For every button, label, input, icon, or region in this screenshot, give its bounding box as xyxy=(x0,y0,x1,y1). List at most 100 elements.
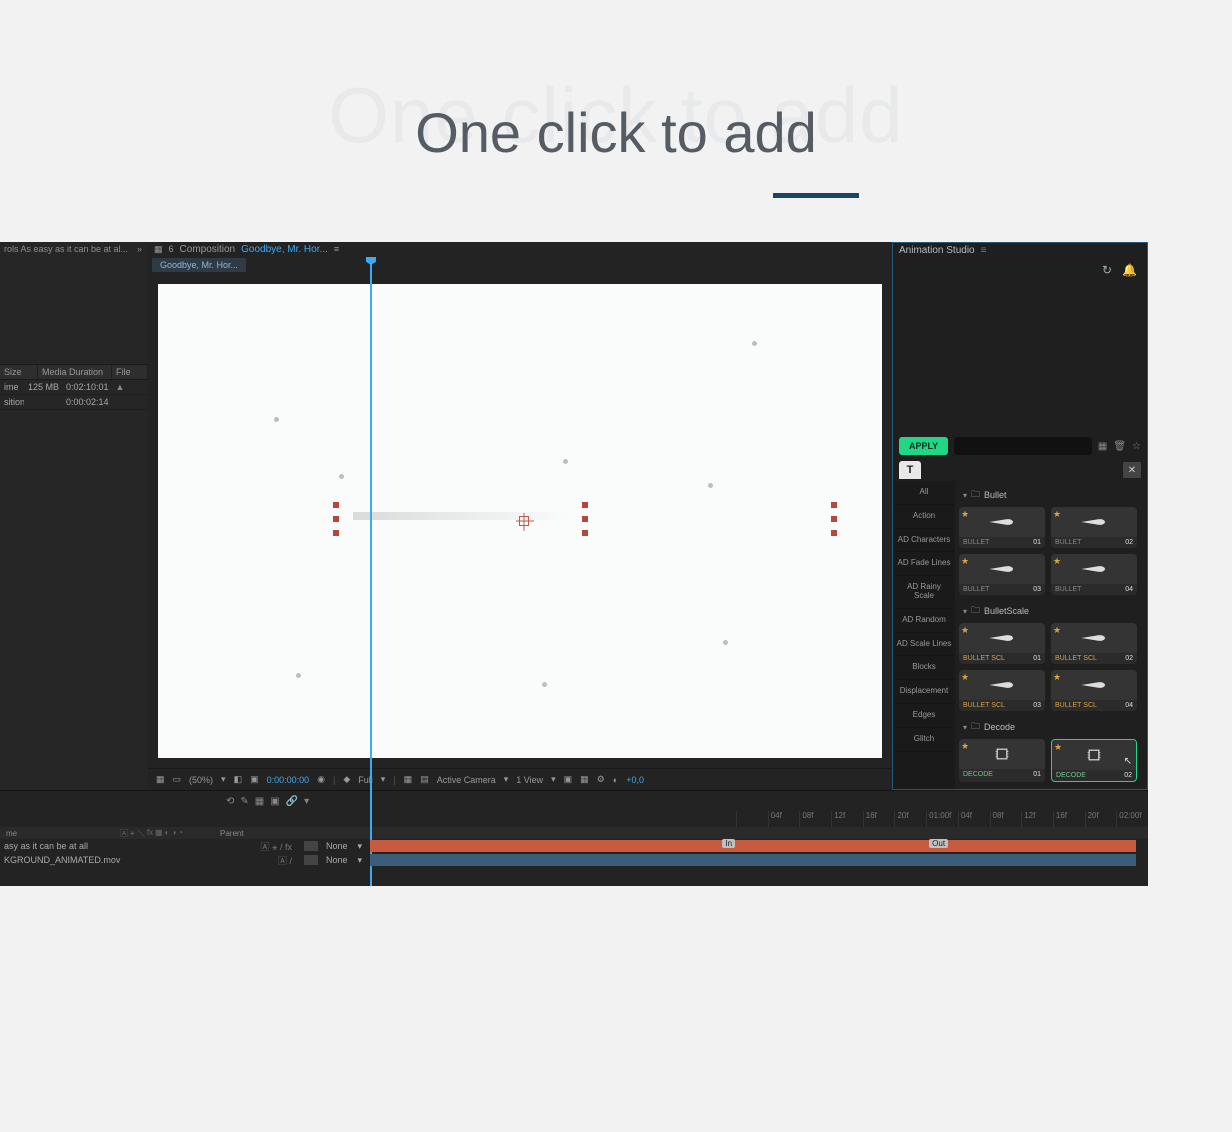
category-item[interactable]: AD Scale Lines xyxy=(893,633,955,657)
playhead[interactable] xyxy=(370,261,372,886)
3d-icon[interactable]: ▣ xyxy=(564,774,573,785)
switch-icon[interactable]: ＼ xyxy=(137,828,145,839)
timeline-layer-row[interactable]: asy as it can be at all 🄰 ⚹ / fx None ▾ … xyxy=(0,839,1148,853)
preset-bulletscl-04[interactable]: ★ BULLET SCL04 xyxy=(1051,670,1137,711)
close-icon[interactable]: ✕ xyxy=(1123,462,1141,478)
star-icon[interactable]: ★ xyxy=(961,625,969,636)
dropdown-icon[interactable]: ▾ xyxy=(221,774,226,785)
dropdown-icon[interactable]: ▾ xyxy=(504,774,509,785)
camera-dropdown[interactable]: Active Camera xyxy=(437,775,496,785)
category-item[interactable]: AD Random xyxy=(893,609,955,633)
tl-icon[interactable]: ⟲ xyxy=(226,796,234,807)
panel-tab-effect-controls[interactable]: rols As easy as it can be at al... » xyxy=(0,242,148,256)
star-icon[interactable]: ★ xyxy=(1054,742,1062,753)
grid-view-icon[interactable]: ▦ xyxy=(1098,441,1107,452)
exposure-icon[interactable]: ◐ xyxy=(613,775,618,785)
preset-bullet-03[interactable]: ★ BULLET03 xyxy=(959,554,1045,595)
dropdown-icon[interactable]: ▾ xyxy=(551,774,556,785)
category-item[interactable]: Blocks xyxy=(893,656,955,680)
mask-icon[interactable]: ◧ xyxy=(234,774,243,785)
col-file[interactable]: File xyxy=(112,365,148,379)
switch-icon[interactable]: 🄰 xyxy=(120,828,128,839)
star-icon[interactable]: ★ xyxy=(1053,625,1061,636)
category-item[interactable]: All xyxy=(893,481,955,505)
tl-icon[interactable]: ▾ xyxy=(304,796,309,807)
parent-dropdown[interactable]: None xyxy=(326,855,348,865)
composition-name[interactable]: Goodbye, Mr. Hor... xyxy=(241,244,328,255)
switch-icon[interactable]: ▦ xyxy=(155,828,163,839)
category-item[interactable]: Edges xyxy=(893,704,955,728)
parent-pick-icon[interactable] xyxy=(304,841,318,851)
fast-preview-icon[interactable]: ⚙ xyxy=(597,774,605,785)
snapshot-icon[interactable]: ◉ xyxy=(317,774,325,785)
notification-icon[interactable]: 🔔 xyxy=(1122,263,1137,277)
timecode[interactable]: 0:00:00:00 xyxy=(267,775,310,785)
star-icon[interactable]: ★ xyxy=(961,556,969,567)
star-icon[interactable]: ★ xyxy=(961,672,969,683)
category-item[interactable]: AD Fade Lines xyxy=(893,552,955,576)
channel-icon[interactable]: ◆ xyxy=(343,774,350,785)
snapshot-icon[interactable]: 6 xyxy=(169,244,174,254)
preset-bulletscl-03[interactable]: ★ BULLET SCL03 xyxy=(959,670,1045,711)
preset-bullet-01[interactable]: ★ BULLET01 xyxy=(959,507,1045,548)
exposure-value[interactable]: +0,0 xyxy=(626,775,644,785)
apply-button[interactable]: APPLY xyxy=(899,437,948,455)
star-icon[interactable]: ★ xyxy=(1053,672,1061,683)
col-media-duration[interactable]: Media Duration xyxy=(38,365,112,379)
dropdown-icon[interactable]: ▾ xyxy=(381,774,386,785)
switch-icon[interactable]: ⚹ xyxy=(130,828,135,839)
category-item[interactable]: AD Rainy Scale xyxy=(893,576,955,609)
star-icon[interactable]: ★ xyxy=(961,741,969,752)
panel-chevron-icon[interactable]: » xyxy=(137,244,142,254)
view-dropdown[interactable]: 1 View xyxy=(516,775,543,785)
pixel-icon[interactable]: ▦ xyxy=(580,774,589,785)
switch-icon[interactable]: ◐ xyxy=(165,828,170,839)
folder-header[interactable]: 🗀 BulletScale xyxy=(959,601,1143,623)
zoom-level[interactable]: (50%) xyxy=(189,775,213,785)
tl-icon[interactable]: ▦ xyxy=(255,796,264,807)
star-icon[interactable]: ★ xyxy=(961,509,969,520)
layer-icon[interactable]: ▦ xyxy=(154,244,163,255)
switch-icon[interactable]: ◑ xyxy=(171,828,176,839)
panel-menu-icon[interactable]: ≡ xyxy=(981,245,987,256)
category-item[interactable]: Glitch xyxy=(893,728,955,752)
tl-icon[interactable]: ✎ xyxy=(240,796,248,807)
preset-decode-01[interactable]: ★ DECODE01 xyxy=(959,739,1045,782)
preset-bulletscl-02[interactable]: ★ BULLET SCL02 xyxy=(1051,623,1137,664)
time-ruler[interactable]: 04f 08f 12f 16f 20f 01:00f 04f 08f 12f 1… xyxy=(736,811,1148,827)
layer-bar[interactable]: In Out xyxy=(370,840,1136,852)
screen-icon[interactable]: ▭ xyxy=(173,774,182,785)
switch-icon[interactable]: fx xyxy=(147,828,153,839)
switch-icon[interactable]: ◔ xyxy=(178,828,183,839)
category-item[interactable]: AD Characters xyxy=(893,529,955,553)
preset-decode-02[interactable]: ★ ↖ DECODE02 xyxy=(1051,739,1137,782)
category-item[interactable]: Displacement xyxy=(893,680,955,704)
composition-canvas[interactable] xyxy=(158,284,882,758)
favorite-icon[interactable]: ☆ xyxy=(1132,441,1141,452)
in-marker[interactable]: In xyxy=(722,839,735,848)
history-icon[interactable]: ↻ xyxy=(1102,263,1112,277)
star-icon[interactable]: ★ xyxy=(1053,509,1061,520)
roi-icon[interactable]: ▣ xyxy=(250,774,259,785)
category-item[interactable]: Action xyxy=(893,505,955,529)
preset-bulletscl-01[interactable]: ★ BULLET SCL01 xyxy=(959,623,1045,664)
timeline-layer-row[interactable]: KGROUND_ANIMATED.mov 🄰 / None ▾ xyxy=(0,853,1148,867)
grid-icon[interactable]: ▦ xyxy=(156,774,165,785)
star-icon[interactable]: ★ xyxy=(1053,556,1061,567)
viewer-area[interactable] xyxy=(148,274,892,768)
col-size[interactable]: Size xyxy=(0,365,38,379)
layer-bar[interactable] xyxy=(370,854,1136,866)
search-input[interactable] xyxy=(954,437,1092,455)
folder-header[interactable]: 🗀 Bullet xyxy=(959,485,1143,507)
tl-icon[interactable]: 🔗 xyxy=(286,796,298,807)
trash-icon[interactable]: 🗑 xyxy=(1113,441,1126,452)
folder-header[interactable]: 🗀 Decode xyxy=(959,717,1143,739)
parent-dropdown[interactable]: None xyxy=(326,841,348,851)
preset-bullet-04[interactable]: ★ BULLET04 xyxy=(1051,554,1137,595)
project-row[interactable]: ime 125 MB 0:02:10:01 ▲ xyxy=(0,380,148,395)
out-marker[interactable]: Out xyxy=(929,839,948,848)
project-row[interactable]: sition 0:00:02:14 xyxy=(0,395,148,410)
text-type-tab[interactable]: T xyxy=(899,461,921,479)
tl-icon[interactable]: ▣ xyxy=(270,796,279,807)
composition-subtab[interactable]: Goodbye, Mr. Hor... xyxy=(152,258,246,272)
